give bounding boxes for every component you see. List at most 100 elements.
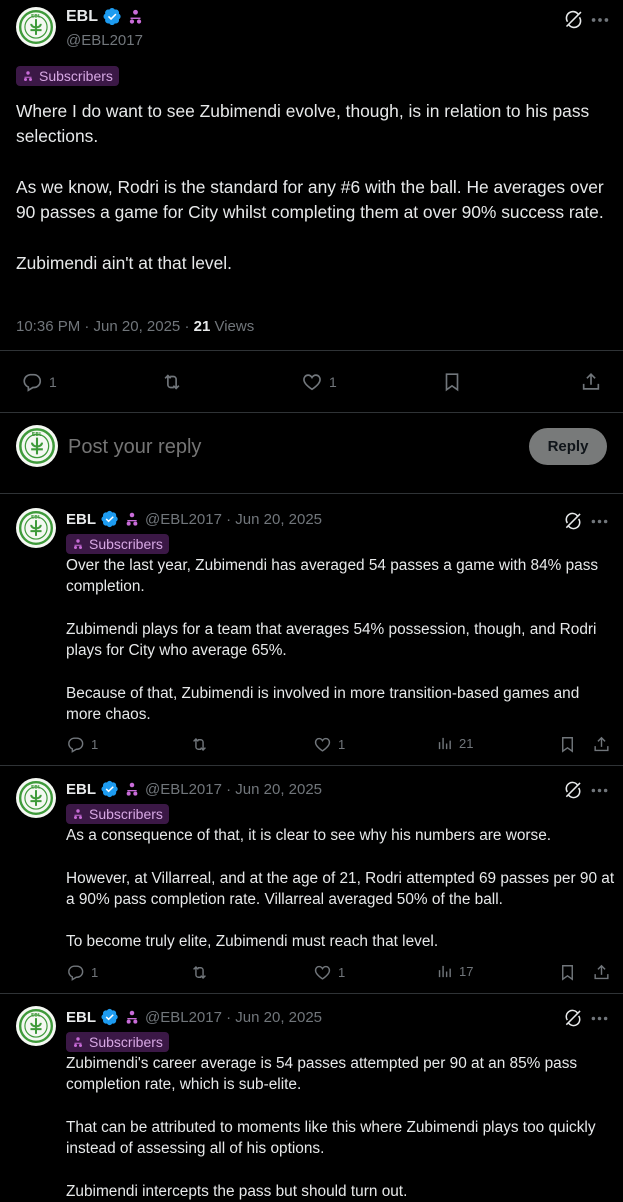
ebl-logo-icon [17, 1007, 55, 1045]
divider [0, 350, 623, 351]
reply-icon [21, 371, 43, 393]
views-label: Views [210, 318, 255, 335]
share-icon [592, 963, 611, 982]
like-button[interactable]: 1 [313, 963, 345, 982]
subscribers-badge: Subscribers [66, 534, 169, 554]
grok-icon[interactable] [563, 1008, 583, 1028]
more-icon[interactable] [589, 780, 610, 801]
divider [0, 993, 623, 994]
share-icon [580, 371, 602, 393]
subscriber-icon [124, 1009, 140, 1025]
ebl-logo-icon [17, 509, 55, 547]
reply-text: As a consequence of that, it is clear to… [66, 827, 615, 951]
ebl-logo-icon [17, 779, 55, 817]
divider [0, 493, 623, 494]
author-handle[interactable]: @EBL2017 [66, 32, 143, 49]
badge-label: Subscribers [39, 68, 113, 84]
share-button[interactable] [580, 371, 602, 393]
author-name[interactable]: EBL [66, 8, 98, 26]
badge-label: Subscribers [89, 806, 163, 822]
ebl-logo-icon [17, 426, 57, 466]
like-count: 1 [338, 965, 346, 980]
verified-badge-icon [101, 1008, 119, 1026]
subscribers-badge: Subscribers [66, 804, 169, 824]
subscriber-icon [124, 781, 140, 797]
author-name[interactable]: EBL [66, 781, 96, 798]
avatar[interactable] [16, 1006, 56, 1046]
reply-button[interactable]: 1 [66, 963, 98, 982]
subscriber-icon [22, 70, 34, 82]
reply-button[interactable]: 1 [21, 371, 57, 393]
post-meta: 10:36 PM · Jun 20, 2025 · 21 Views [16, 318, 254, 335]
like-button[interactable]: 1 [313, 735, 345, 754]
subscriber-icon [72, 1036, 84, 1048]
more-icon[interactable] [589, 1008, 610, 1029]
repost-icon [190, 963, 209, 982]
reply-count: 1 [91, 737, 99, 752]
divider [0, 412, 623, 413]
post-text: Where I do want to see Zubimendi evolve,… [16, 101, 604, 273]
views-count: 21 [193, 318, 211, 335]
repost-icon [161, 371, 183, 393]
author-name[interactable]: EBL [66, 511, 96, 528]
badge-label: Subscribers [89, 1034, 163, 1050]
views-count: 17 [459, 964, 474, 979]
author-name[interactable]: EBL [66, 1009, 96, 1026]
ebl-logo-icon [17, 8, 55, 46]
subscriber-icon [72, 808, 84, 820]
repost-icon [190, 735, 209, 754]
subscriber-icon [127, 8, 144, 25]
reply-header: EBL @EBL2017 · Jun 20, 2025 [66, 1008, 322, 1026]
reply-input[interactable] [66, 430, 510, 464]
avatar[interactable] [16, 7, 56, 47]
reply-count: 1 [91, 965, 99, 980]
repost-button[interactable] [190, 735, 209, 754]
views-button[interactable]: 17 [436, 963, 473, 980]
bookmark-icon [558, 963, 577, 982]
like-count: 1 [329, 374, 337, 390]
author-name-row: EBL [66, 7, 144, 26]
avatar[interactable] [16, 508, 56, 548]
verified-badge-icon [101, 780, 119, 798]
subscriber-icon [124, 511, 140, 527]
share-icon [592, 735, 611, 754]
composer-avatar [16, 425, 58, 467]
views-count: 21 [459, 736, 474, 751]
timestamp[interactable]: 10:36 PM · Jun 20, 2025 · [16, 318, 194, 335]
bookmark-icon [441, 371, 463, 393]
handle-date[interactable]: @EBL2017 · Jun 20, 2025 [145, 781, 322, 798]
repost-button[interactable] [161, 371, 183, 393]
repost-button[interactable] [190, 963, 209, 982]
bookmark-button[interactable] [441, 371, 463, 393]
more-icon[interactable] [589, 511, 610, 532]
reply-text: Zubimendi's career average is 54 passes … [66, 1055, 596, 1200]
grok-icon[interactable] [563, 9, 584, 30]
grok-icon[interactable] [563, 511, 583, 531]
bookmark-icon [558, 735, 577, 754]
share-button[interactable] [592, 735, 611, 754]
views-button[interactable]: 21 [436, 735, 473, 752]
reply-submit-button[interactable]: Reply [529, 428, 607, 465]
like-icon [313, 735, 332, 754]
verified-badge-icon [101, 510, 119, 528]
share-button[interactable] [592, 963, 611, 982]
bookmark-button[interactable] [558, 735, 577, 754]
reply-icon [66, 735, 85, 754]
reply-button[interactable]: 1 [66, 735, 98, 754]
badge-label: Subscribers [89, 536, 163, 552]
grok-icon[interactable] [563, 780, 583, 800]
reply-header: EBL @EBL2017 · Jun 20, 2025 [66, 780, 322, 798]
verified-badge-icon [103, 7, 122, 26]
handle-date[interactable]: @EBL2017 · Jun 20, 2025 [145, 1009, 322, 1026]
reply-text: Over the last year, Zubimendi has averag… [66, 557, 599, 724]
subscriber-icon [72, 538, 84, 550]
handle-date[interactable]: @EBL2017 · Jun 20, 2025 [145, 511, 322, 528]
reply-header: EBL @EBL2017 · Jun 20, 2025 [66, 510, 322, 528]
bookmark-button[interactable] [558, 963, 577, 982]
views-icon [436, 963, 453, 980]
subscribers-badge: Subscribers [66, 1032, 169, 1052]
avatar[interactable] [16, 778, 56, 818]
like-icon [301, 371, 323, 393]
more-icon[interactable] [589, 9, 611, 31]
like-button[interactable]: 1 [301, 371, 337, 393]
